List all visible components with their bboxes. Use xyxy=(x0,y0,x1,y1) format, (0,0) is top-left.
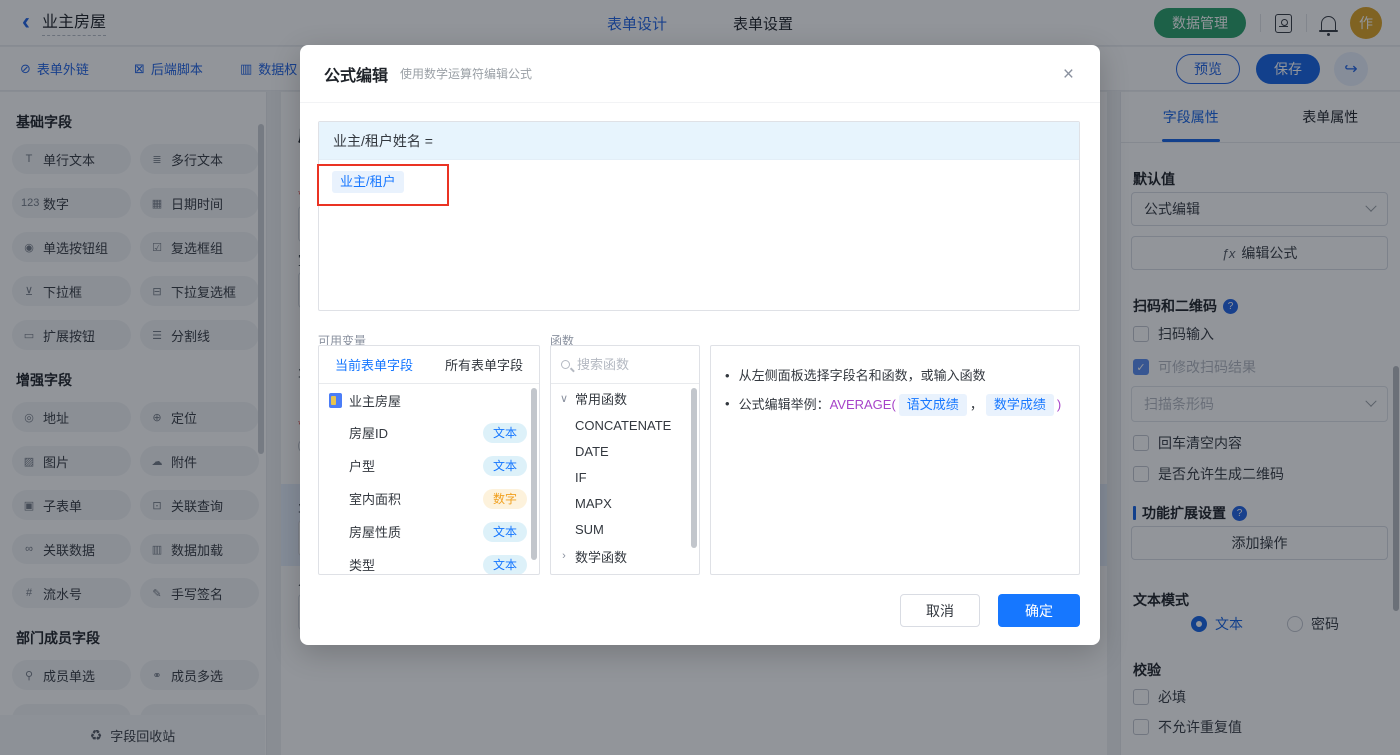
variable-name: 类型 xyxy=(349,558,376,573)
modal-title: 公式编辑 xyxy=(324,67,389,85)
variables-list: 业主房屋 房屋ID 文本 户型 文本 室内面积 数字 房屋性质 文本 类型 文本 xyxy=(319,384,539,574)
variable-row[interactable]: 户型 文本 xyxy=(319,449,539,482)
variable-name: 房屋ID xyxy=(349,426,389,441)
function-item[interactable]: IF xyxy=(551,464,699,490)
variable-type-badge: 文本 xyxy=(482,455,527,476)
bullet-icon: • xyxy=(725,396,730,411)
tip-example-line: • 公式编辑举例：AVERAGE(语文成绩，数学成绩) xyxy=(725,394,1065,416)
cancel-button[interactable]: 取消 xyxy=(900,594,980,627)
function-group-common[interactable]: ∨ 常用函数 xyxy=(551,384,699,412)
tips-box: • 从左侧面板选择字段名和函数，或输入函数 • 公式编辑举例：AVERAGE(语… xyxy=(710,345,1080,575)
variables-tabs: 当前表单字段 所有表单字段 xyxy=(319,346,539,384)
function-group-math[interactable]: › 数学函数 xyxy=(551,542,699,570)
modal-footer: 取消 确定 xyxy=(900,594,1080,627)
formula-editor-modal: 公式编辑 使用数学运算符编辑公式 × 业主/租户姓名 = 业主/租户 可用变量 … xyxy=(300,45,1100,645)
example-chip-math: 数学成绩 xyxy=(985,394,1054,416)
bullet-icon: • xyxy=(725,368,730,383)
confirm-button[interactable]: 确定 xyxy=(998,594,1080,627)
function-item[interactable]: SUM xyxy=(551,516,699,542)
formula-box: 业主/租户姓名 = 业主/租户 xyxy=(317,121,1080,311)
variable-type-badge: 数字 xyxy=(482,488,527,509)
variable-type-badge: 文本 xyxy=(482,422,527,443)
modal-header: 公式编辑 使用数学运算符编辑公式 × xyxy=(300,45,1100,103)
variable-type-badge: 文本 xyxy=(482,521,527,542)
variable-row[interactable]: 类型 文本 xyxy=(319,548,539,574)
form-doc-icon xyxy=(329,392,342,408)
function-item[interactable]: MAPX xyxy=(551,490,699,516)
function-item[interactable]: DATE xyxy=(551,438,699,464)
function-search-input[interactable] xyxy=(577,357,677,372)
search-icon xyxy=(561,360,570,369)
variables-box: 当前表单字段 所有表单字段 业主房屋 房屋ID 文本 户型 文本 室内面积 数字… xyxy=(318,345,540,575)
example-chip-chinese: 语文成绩 xyxy=(898,394,967,416)
example-function-name: AVERAGE( xyxy=(829,397,896,412)
close-icon[interactable]: × xyxy=(1063,65,1074,84)
formula-field-chip[interactable]: 业主/租户 xyxy=(332,171,404,193)
function-search xyxy=(551,346,699,384)
formula-editor-area[interactable]: 业主/租户 xyxy=(317,160,1079,310)
variable-name: 房屋性质 xyxy=(349,525,402,540)
function-group-text[interactable]: › 文本函数 xyxy=(551,570,699,574)
variables-scrollbar-thumb[interactable] xyxy=(531,388,537,560)
functions-box: ∨ 常用函数 CONCATENATE DATE IF MAPX SUM › 数学… xyxy=(550,345,700,575)
variable-type-badge: 文本 xyxy=(482,554,527,574)
tip-line: • 从左侧面板选择字段名和函数，或输入函数 xyxy=(725,366,1065,386)
caret-right-icon: › xyxy=(562,550,566,562)
function-item[interactable]: CONCATENATE xyxy=(551,412,699,438)
tips-content: • 从左侧面板选择字段名和函数，或输入函数 • 公式编辑举例：AVERAGE(语… xyxy=(711,346,1079,428)
formula-target: 业主/租户姓名 = xyxy=(319,122,1079,160)
tab-current-form-fields[interactable]: 当前表单字段 xyxy=(319,346,429,383)
variable-row[interactable]: 房屋性质 文本 xyxy=(319,515,539,548)
variables-form-node[interactable]: 业主房屋 xyxy=(319,384,539,416)
app-window: ‹ 业主房屋 表单设计 表单设置 数据管理 作 ⊘ 表单外链 ⊠ 后端脚本 ▥ … xyxy=(0,0,1400,755)
caret-down-icon: ∨ xyxy=(559,392,569,405)
variable-name: 室内面积 xyxy=(349,492,402,507)
variable-name: 户型 xyxy=(349,459,376,474)
tab-all-form-fields[interactable]: 所有表单字段 xyxy=(429,346,539,383)
modal-subtitle: 使用数学运算符编辑公式 xyxy=(400,67,533,81)
variable-row[interactable]: 房屋ID 文本 xyxy=(319,416,539,449)
variable-row[interactable]: 室内面积 数字 xyxy=(319,482,539,515)
functions-scrollbar-thumb[interactable] xyxy=(691,388,697,548)
